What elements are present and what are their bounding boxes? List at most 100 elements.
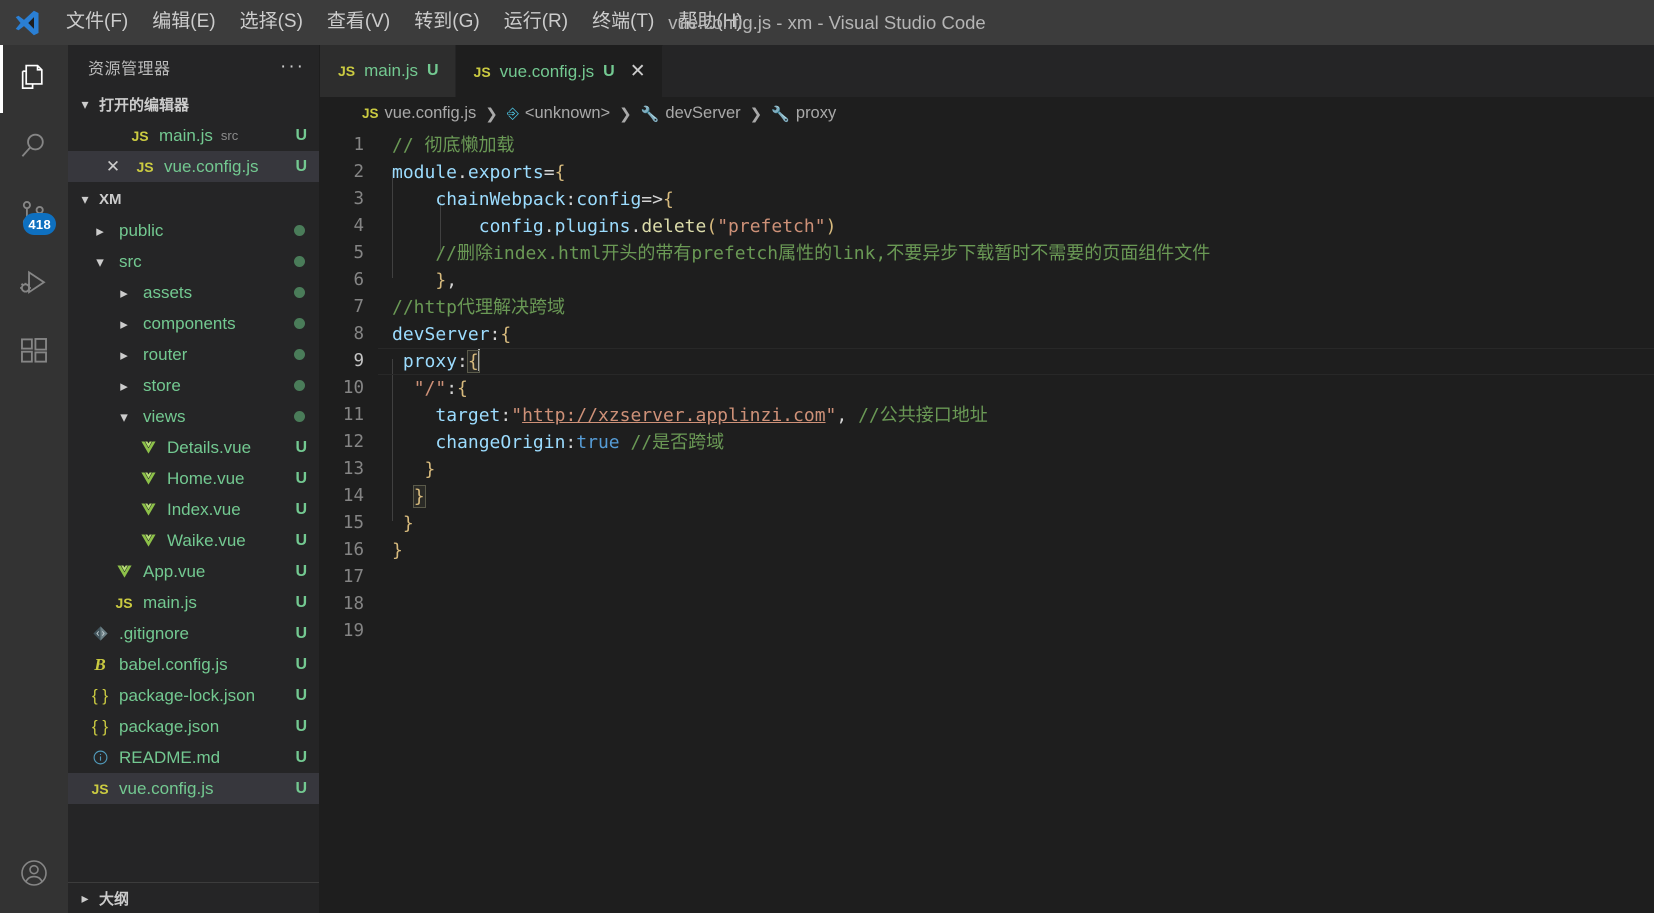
account-icon[interactable] <box>0 839 68 907</box>
tab-vue-config-js[interactable]: JS vue.config.js U ✕ <box>455 45 663 97</box>
close-icon[interactable]: ✕ <box>630 60 646 83</box>
tree-file-details-vue[interactable]: Details.vue U <box>68 432 319 463</box>
vue-file-icon <box>135 439 161 456</box>
menu-help[interactable]: 帮助(H) <box>666 7 754 38</box>
tree-folder-store[interactable]: ▸ store <box>68 370 319 401</box>
tree-folder-public[interactable]: ▸ public <box>68 215 319 246</box>
vue-file-icon <box>135 532 161 549</box>
code-line[interactable] <box>378 618 1654 645</box>
section-project-xm[interactable]: ▾ XM <box>68 184 319 215</box>
menu-run[interactable]: 运行(R) <box>492 7 580 38</box>
run-and-debug-icon[interactable] <box>0 249 68 317</box>
code-line[interactable]: } <box>378 483 1654 510</box>
git-status-badge: U <box>295 686 307 704</box>
source-control-icon[interactable]: 418 <box>0 181 68 249</box>
menu-file[interactable]: 文件(F) <box>54 7 140 38</box>
breadcrumb-item-file[interactable]: JS vue.config.js <box>362 104 476 123</box>
vscode-logo-icon <box>0 0 54 45</box>
line-number: 2 <box>353 162 364 182</box>
tab-main-js[interactable]: JS main.js U <box>320 45 456 97</box>
tree-file-app-vue[interactable]: App.vue U <box>68 556 319 587</box>
symbol-property-icon: 🔧 <box>771 105 790 123</box>
code-line[interactable]: devServer:{ <box>378 321 1654 348</box>
tree-file-label: package-lock.json <box>119 685 256 705</box>
breadcrumb-item-proxy[interactable]: 🔧 proxy <box>771 104 836 123</box>
menu-view[interactable]: 查看(V) <box>315 7 402 38</box>
code-line[interactable]: } <box>378 510 1654 537</box>
tree-file-babel-config-js[interactable]: Bbabel.config.js U <box>68 649 319 680</box>
code-line[interactable]: //http代理解决跨域 <box>378 294 1654 321</box>
tree-file-package-json[interactable]: { } package.json U <box>68 711 319 742</box>
code-line[interactable]: } <box>378 456 1654 483</box>
git-status-badge: U <box>295 593 307 611</box>
tree-file-vue-config-js[interactable]: JS vue.config.js U <box>68 773 319 804</box>
code-line[interactable]: changeOrigin:true //是否跨域 <box>378 429 1654 456</box>
line-number: 19 <box>342 621 364 641</box>
close-icon[interactable]: ✕ <box>100 157 126 177</box>
code-line[interactable]: } <box>378 537 1654 564</box>
code-line[interactable]: //删除index.html开头的带有prefetch属性的link,不要异步下… <box>378 240 1654 267</box>
menu-go[interactable]: 转到(G) <box>402 7 491 38</box>
breadcrumb-separator: ❯ <box>619 105 632 123</box>
git-status-badge: U <box>295 438 307 456</box>
js-file-icon: JS <box>115 594 133 611</box>
menu-selection[interactable]: 选择(S) <box>228 7 315 38</box>
tree-folder-src[interactable]: ▾ src <box>68 246 319 277</box>
code-line[interactable]: chainWebpack:config=>{ <box>378 186 1654 213</box>
code-content[interactable]: // 彻底懒加载 module.exports={ chainWebpack:co… <box>378 130 1654 913</box>
git-status-badge: U <box>295 717 307 735</box>
folder-status-dot <box>294 318 305 329</box>
tree-folder-components[interactable]: ▸ components <box>68 308 319 339</box>
open-editor-label: main.js <box>159 125 213 145</box>
tree-folder-label: store <box>143 375 181 395</box>
tree-file-main-js[interactable]: JS main.js U <box>68 587 319 618</box>
section-open-editors[interactable]: ▾ 打开的编辑器 <box>68 89 319 120</box>
line-number: 10 <box>342 378 364 398</box>
code-line[interactable]: }, <box>378 267 1654 294</box>
js-file-icon: JS <box>338 63 356 79</box>
menu-terminal[interactable]: 终端(T) <box>580 7 666 38</box>
tree-file-readme-md[interactable]: README.md U <box>68 742 319 773</box>
tree-file-label: Waike.vue <box>167 530 246 550</box>
code-line[interactable]: "/":{ <box>378 375 1654 402</box>
sidebar-explorer: 资源管理器 ··· ▾ 打开的编辑器 JS main.js src U ✕ JS… <box>68 45 320 913</box>
open-editor-vue-config-js[interactable]: ✕ JS vue.config.js U <box>68 151 319 182</box>
tree-file-label: package.json <box>119 716 220 736</box>
tree-folder-views[interactable]: ▾ views <box>68 401 319 432</box>
tree-folder-router[interactable]: ▸ router <box>68 339 319 370</box>
tree-file-package-lock-json[interactable]: { } package-lock.json U <box>68 680 319 711</box>
tree-folder-assets[interactable]: ▸ assets <box>68 277 319 308</box>
line-number: 3 <box>353 189 364 209</box>
js-file-icon: JS <box>362 106 379 121</box>
chevron-down-icon: ▾ <box>81 191 89 207</box>
line-number: 7 <box>353 297 364 317</box>
code-line[interactable]: module.exports={ <box>378 159 1654 186</box>
code-editor[interactable]: 1 2 3 4 5 6 7 8 9 10 11 12 13 14 15 16 17 18 19 // 彻底懒加载 mo… <box>320 130 1654 913</box>
code-line-active[interactable]: proxy:{ <box>378 348 1654 375</box>
tree-file-gitignore[interactable]: .gitignore U <box>68 618 319 649</box>
menu-edit[interactable]: 编辑(E) <box>140 7 227 38</box>
breadcrumb-item-unknown[interactable]: ⎆ <unknown> <box>507 104 610 123</box>
breadcrumb-item-devserver[interactable]: 🔧 devServer <box>641 104 741 123</box>
more-actions-icon[interactable]: ··· <box>280 57 305 76</box>
tree-file-home-vue[interactable]: Home.vue U <box>68 463 319 494</box>
files-explorer-icon[interactable] <box>0 45 68 113</box>
chevron-right-icon: ▸ <box>120 315 128 333</box>
open-editor-main-js[interactable]: JS main.js src U <box>68 120 319 151</box>
tree-file-waike-vue[interactable]: Waike.vue U <box>68 525 319 556</box>
section-outline[interactable]: ▸ 大纲 <box>68 883 319 913</box>
code-line[interactable] <box>378 591 1654 618</box>
explorer-title: 资源管理器 <box>88 61 171 78</box>
tree-folder-label: src <box>119 251 142 271</box>
code-line[interactable]: // 彻底懒加载 <box>378 132 1654 159</box>
extensions-icon[interactable] <box>0 317 68 385</box>
file-tree: ▸ public ▾ src ▸ assets ▸ components ▸ router ▸ sto… <box>68 215 319 804</box>
code-line[interactable]: config.plugins.delete("prefetch") <box>378 213 1654 240</box>
tab-status-badge: U <box>603 62 615 80</box>
line-number: 9 <box>353 351 364 371</box>
code-line[interactable]: target:"http://xzserver.applinzi.com", /… <box>378 402 1654 429</box>
code-line[interactable] <box>378 564 1654 591</box>
search-icon[interactable] <box>0 113 68 181</box>
section-open-editors-label: 打开的编辑器 <box>99 97 190 114</box>
tree-file-index-vue[interactable]: Index.vue U <box>68 494 319 525</box>
